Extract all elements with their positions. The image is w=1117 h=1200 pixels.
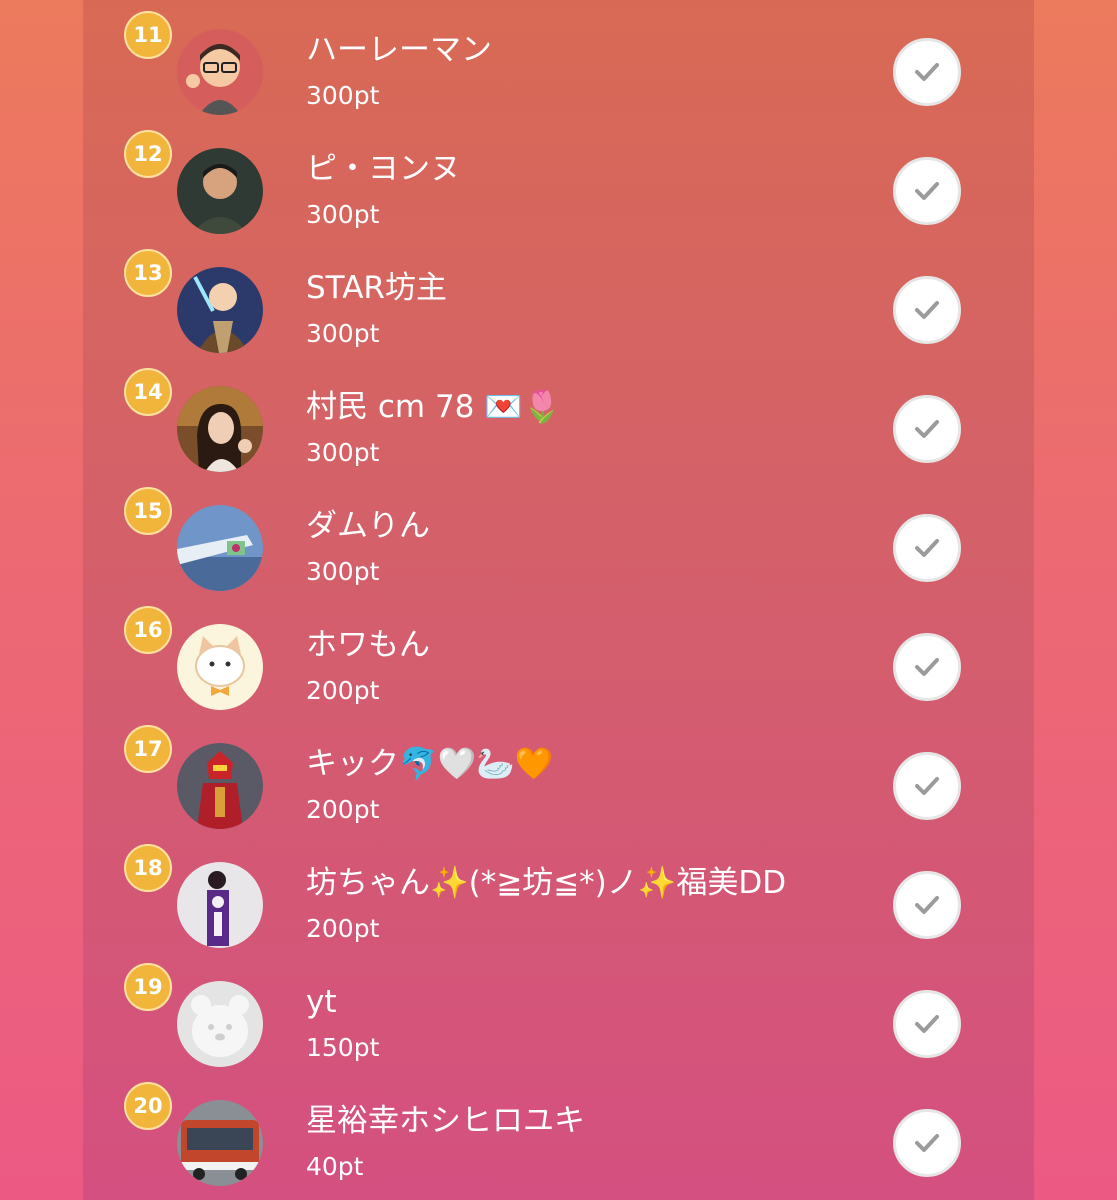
default-bear-avatar-image	[177, 981, 263, 1067]
ranking-panel: 11 ハーレーマン 300pt 12 ピ・ヨンヌ 300pt 13 STAR坊主…	[83, 0, 1034, 1200]
user-points: 200pt	[306, 676, 380, 705]
checkmark-icon	[915, 1015, 939, 1033]
checkmark-icon	[915, 182, 939, 200]
user-name: キック🐬🤍🦢🧡	[306, 746, 554, 782]
checkmark-icon	[915, 1134, 939, 1152]
check-button[interactable]	[893, 633, 961, 701]
avatar	[177, 386, 263, 472]
check-button[interactable]	[893, 1109, 961, 1177]
rank-badge: 13	[124, 249, 172, 297]
avatar	[177, 862, 263, 948]
user-points: 300pt	[306, 81, 380, 110]
checkmark-icon	[915, 539, 939, 557]
user-name: ハーレーマン	[306, 32, 492, 68]
check-button[interactable]	[893, 276, 961, 344]
hero-figure-avatar-image	[177, 743, 263, 829]
ranking-row[interactable]: 15 ダムりん 300pt	[83, 476, 1034, 595]
memoji-glasses-avatar-image	[177, 29, 263, 115]
ranking-row[interactable]: 19 yt 150pt	[83, 952, 1034, 1071]
user-name: 村民 cm 78 💌🌷	[306, 389, 562, 425]
check-button[interactable]	[893, 157, 961, 225]
avatar	[177, 743, 263, 829]
user-points: 200pt	[306, 914, 380, 943]
rank-badge: 19	[124, 963, 172, 1011]
user-name: 星裕幸ホシヒロユキ	[306, 1103, 585, 1139]
ranking-row[interactable]: 12 ピ・ヨンヌ 300pt	[83, 119, 1034, 238]
check-button[interactable]	[893, 514, 961, 582]
ranking-row[interactable]: 14 村民 cm 78 💌🌷 300pt	[83, 357, 1034, 476]
banner-photo-avatar-image	[177, 862, 263, 948]
check-button[interactable]	[893, 38, 961, 106]
ranking-row[interactable]: 18 坊ちゃん✨(*≧坊≦*)ノ✨福美DD 200pt	[83, 833, 1034, 952]
user-points: 40pt	[306, 1152, 364, 1181]
avatar	[177, 148, 263, 234]
check-button[interactable]	[893, 395, 961, 463]
user-name: ピ・ヨンヌ	[306, 151, 461, 187]
user-points: 300pt	[306, 438, 380, 467]
ranking-row[interactable]: 11 ハーレーマン 300pt	[83, 0, 1034, 119]
user-name: ホワもん	[306, 627, 430, 663]
rank-badge: 12	[124, 130, 172, 178]
avatar	[177, 505, 263, 591]
cat-illustration-avatar-image	[177, 624, 263, 710]
airplane-wing-avatar-image	[177, 505, 263, 591]
rank-badge: 15	[124, 487, 172, 535]
checkmark-icon	[915, 658, 939, 676]
checkmark-icon	[915, 420, 939, 438]
user-points: 300pt	[306, 557, 380, 586]
user-points: 300pt	[306, 200, 380, 229]
rank-badge: 16	[124, 606, 172, 654]
user-name: 坊ちゃん✨(*≧坊≦*)ノ✨福美DD	[306, 865, 787, 901]
check-button[interactable]	[893, 871, 961, 939]
ranking-row[interactable]: 16 ホワもん 200pt	[83, 595, 1034, 714]
rank-badge: 17	[124, 725, 172, 773]
checkmark-icon	[915, 301, 939, 319]
checkmark-icon	[915, 896, 939, 914]
bus-photo-avatar-image	[177, 1100, 263, 1186]
checkmark-icon	[915, 777, 939, 795]
rank-badge: 14	[124, 368, 172, 416]
check-button[interactable]	[893, 752, 961, 820]
user-name: STAR坊主	[306, 270, 447, 306]
avatar	[177, 29, 263, 115]
user-points: 300pt	[306, 319, 380, 348]
ranking-row[interactable]: 20 星裕幸ホシヒロユキ 40pt	[83, 1071, 1034, 1190]
avatar	[177, 624, 263, 710]
user-points: 200pt	[306, 795, 380, 824]
monk-lightsaber-avatar-image	[177, 267, 263, 353]
rank-badge: 18	[124, 844, 172, 892]
avatar	[177, 1100, 263, 1186]
avatar	[177, 981, 263, 1067]
check-button[interactable]	[893, 990, 961, 1058]
avatar	[177, 267, 263, 353]
user-name: yt	[306, 984, 337, 1020]
woman-photo-avatar-image	[177, 386, 263, 472]
ranking-row[interactable]: 17 キック🐬🤍🦢🧡 200pt	[83, 714, 1034, 833]
rank-badge: 11	[124, 11, 172, 59]
checkmark-icon	[915, 63, 939, 81]
user-name: ダムりん	[306, 508, 430, 544]
ranking-row[interactable]: 13 STAR坊主 300pt	[83, 238, 1034, 357]
user-points: 150pt	[306, 1033, 380, 1062]
rank-badge: 20	[124, 1082, 172, 1130]
man-photo-avatar-image	[177, 148, 263, 234]
